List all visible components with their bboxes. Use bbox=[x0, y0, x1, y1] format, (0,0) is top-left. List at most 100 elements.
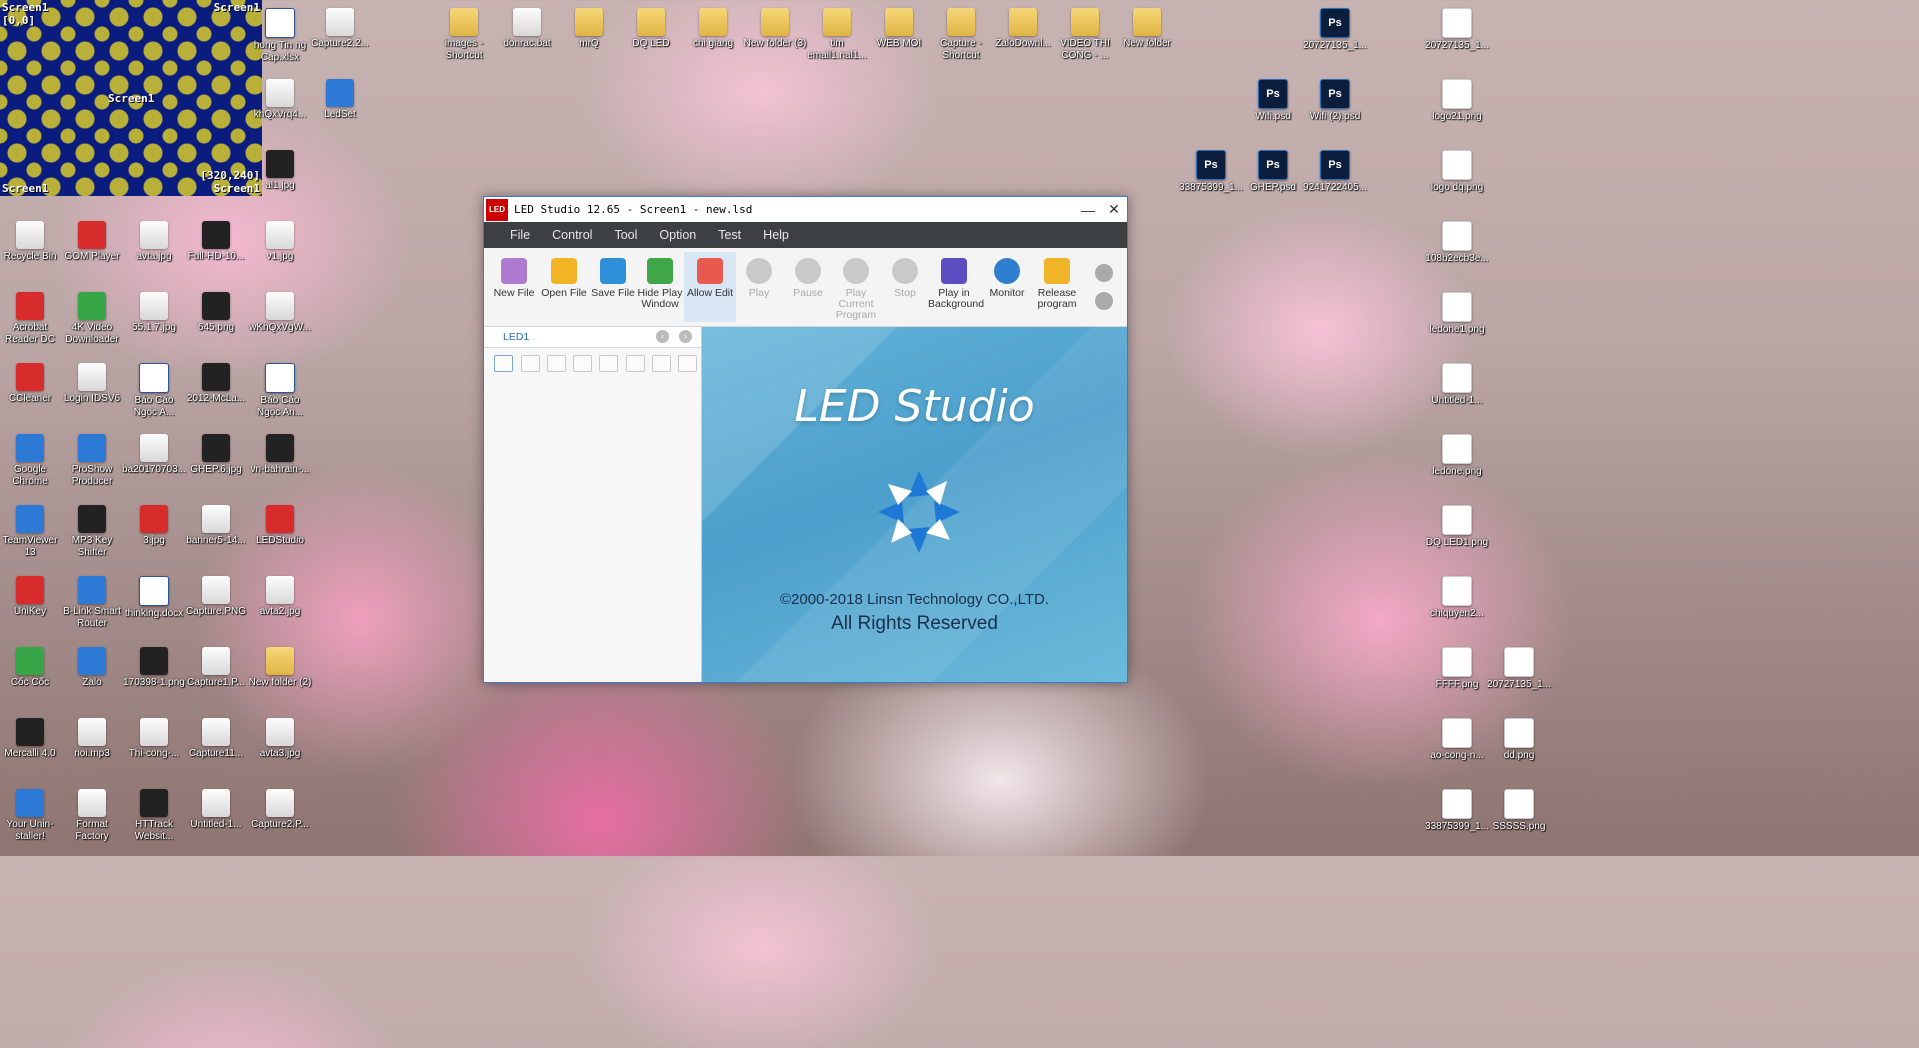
desktop-icon[interactable]: avta3.jpg bbox=[248, 718, 312, 760]
desktop-icon[interactable]: LEDStudio bbox=[248, 505, 312, 547]
close-button[interactable]: ✕ bbox=[1101, 197, 1127, 222]
desktop-icon[interactable]: 55.1.7.jpg bbox=[122, 292, 186, 334]
desktop-icon[interactable]: Format Factory bbox=[60, 789, 124, 843]
desktop-icon[interactable]: Capture2.2... bbox=[308, 8, 372, 50]
desktop-icon[interactable]: New folder (2) bbox=[248, 647, 312, 689]
desktop-icon[interactable]: Recycle Bin bbox=[0, 221, 62, 263]
play-current-program-button[interactable]: Play Current Program bbox=[830, 252, 882, 322]
desktop-icon[interactable]: logo21.png bbox=[1425, 79, 1489, 123]
desktop-icon[interactable]: Cốc Cốc bbox=[0, 647, 62, 689]
desktop-icon[interactable]: GOM Player bbox=[60, 221, 124, 263]
menu-option[interactable]: Option bbox=[659, 228, 718, 242]
desktop-icon[interactable]: ba20170703... bbox=[122, 434, 186, 476]
desktop-icon[interactable]: Capture - Shortcut bbox=[929, 8, 993, 62]
desktop-icon[interactable]: wKhQxVgW... bbox=[248, 292, 312, 334]
desktop-icon[interactable]: 20727135_1... bbox=[1425, 8, 1489, 52]
desktop-icon[interactable]: Whong Tin ng Cap.xlsx bbox=[248, 8, 312, 64]
desktop-icon[interactable]: VIDEO THI CONG - ... bbox=[1053, 8, 1117, 62]
desktop-icon[interactable]: Capture2.P... bbox=[248, 789, 312, 831]
minimize-button[interactable]: — bbox=[1075, 197, 1101, 222]
desktop-icon[interactable]: Thi-cong-... bbox=[122, 718, 186, 760]
chevron-right-icon[interactable]: › bbox=[679, 330, 692, 343]
copy-icon[interactable] bbox=[547, 355, 566, 372]
desktop-icon[interactable]: tim email1.nal1... bbox=[805, 8, 869, 62]
add-program-icon[interactable] bbox=[494, 355, 513, 372]
desktop-icon[interactable]: Mercalli 4.0 bbox=[0, 718, 62, 760]
desktop-icon[interactable]: donrac.bat bbox=[495, 8, 559, 50]
move-down-icon[interactable] bbox=[626, 355, 645, 372]
desktop-icon[interactable]: images - Shortcut bbox=[432, 8, 496, 62]
release-program-button[interactable]: Release program bbox=[1031, 252, 1083, 322]
menu-test[interactable]: Test bbox=[718, 228, 763, 242]
hide-play-window-button[interactable]: Hide Play Window bbox=[634, 252, 686, 322]
desktop-icon[interactable]: ledone1.png bbox=[1425, 292, 1489, 336]
desktop-icon[interactable]: 4K Video Downloader bbox=[60, 292, 124, 346]
desktop-icon[interactable]: Wthinking.docx bbox=[122, 576, 186, 620]
desktop-icon[interactable]: Capture.PNG bbox=[184, 576, 248, 618]
desktop-icon[interactable]: FFFF.png bbox=[1425, 647, 1489, 691]
desktop-icon[interactable]: Zalo bbox=[60, 647, 124, 689]
desktop-icon[interactable]: noi.mp3 bbox=[60, 718, 124, 760]
desktop-icon[interactable]: New folder (3) bbox=[743, 8, 807, 50]
desktop-icon[interactable]: Untitled-1... bbox=[184, 789, 248, 831]
desktop-icon[interactable]: vn-bahrain-... bbox=[248, 434, 312, 476]
desktop-icon[interactable]: DQ LED1.png bbox=[1425, 505, 1489, 549]
save-file-button[interactable]: Save File bbox=[587, 252, 639, 322]
desktop-icon[interactable]: B-Link Smart Router bbox=[60, 576, 124, 630]
desktop-icon[interactable]: Acrobat Reader DC bbox=[0, 292, 62, 346]
desktop-icon[interactable]: ProShow Producer bbox=[60, 434, 124, 488]
desktop-icon[interactable]: chi giang bbox=[681, 8, 745, 50]
desktop-icon[interactable]: v1.jpg bbox=[248, 221, 312, 263]
open-file-button[interactable]: Open File bbox=[538, 252, 590, 322]
menu-help[interactable]: Help bbox=[763, 228, 811, 242]
desktop-icon[interactable]: W Báo Cáo Ngọc An... bbox=[248, 363, 312, 419]
desktop-icon[interactable]: ZaloDownl... bbox=[991, 8, 1055, 50]
title-bar[interactable]: LED LED Studio 12.65 - Screen1 - new.lsd… bbox=[484, 197, 1127, 222]
desktop-icon[interactable]: CCleaner bbox=[0, 363, 62, 405]
paste-icon[interactable] bbox=[573, 355, 592, 372]
menu-tool[interactable]: Tool bbox=[614, 228, 659, 242]
pause-button[interactable]: Pause bbox=[782, 252, 834, 322]
desktop-icon[interactable]: 108b2ecb3e... bbox=[1425, 221, 1489, 265]
desktop-icon[interactable]: Capture11... bbox=[184, 718, 248, 760]
desktop-icon[interactable]: Full-HD-10... bbox=[184, 221, 248, 263]
desktop-icon[interactable]: 33875399_1... bbox=[1425, 789, 1489, 833]
desktop-icon[interactable]: Your Unin-staller! bbox=[0, 789, 62, 843]
play-button[interactable]: Play bbox=[733, 252, 785, 322]
desktop-icon[interactable]: Capture1.P... bbox=[184, 647, 248, 689]
desktop-icon[interactable]: Ps 9241722405... bbox=[1303, 150, 1367, 194]
screen-preview[interactable]: Screen1 [0,0] Screen1 Screen1 Screen1 [3… bbox=[0, 0, 262, 196]
user-icon[interactable] bbox=[1095, 264, 1113, 282]
desktop-icon[interactable]: ao-cong-n... bbox=[1425, 718, 1489, 762]
desktop-icon[interactable]: LedSet bbox=[308, 79, 372, 121]
chevron-left-icon[interactable]: ‹ bbox=[656, 330, 669, 343]
desktop-icon[interactable]: Ps 20727135_1... bbox=[1303, 8, 1367, 52]
play-in-background-button[interactable]: Play in Background bbox=[928, 252, 984, 322]
desktop-icon[interactable]: TeamViewer 13 bbox=[0, 505, 62, 559]
desktop-icon[interactable]: mrQ bbox=[557, 8, 621, 50]
desktop-icon[interactable]: WEB MOI bbox=[867, 8, 931, 50]
close-item-icon[interactable] bbox=[652, 355, 671, 372]
desktop-icon[interactable]: HTTrack Websit... bbox=[122, 789, 186, 843]
settings-icon[interactable] bbox=[1095, 292, 1113, 310]
desktop-icon[interactable]: GHEP.6.jpg bbox=[184, 434, 248, 476]
desktop-icon[interactable]: UniKey bbox=[0, 576, 62, 618]
add-area-icon[interactable] bbox=[521, 355, 540, 372]
desktop-icon[interactable]: 645.png bbox=[184, 292, 248, 334]
desktop-icon[interactable]: 170398-1.png bbox=[122, 647, 186, 689]
desktop-icon[interactable]: logo dq.png bbox=[1425, 150, 1489, 194]
desktop-icon[interactable]: Untitled-1... bbox=[1425, 363, 1489, 407]
desktop-icon[interactable]: chiquyen2... bbox=[1425, 576, 1489, 620]
new-file-button[interactable]: New File bbox=[488, 252, 540, 322]
allow-edit-button[interactable]: Allow Edit bbox=[684, 252, 736, 322]
desktop-icon[interactable]: Ps Wifi (2).psd bbox=[1303, 79, 1367, 123]
desktop-icon[interactable]: banner5-14... bbox=[184, 505, 248, 547]
desktop-icon[interactable]: khQxVrq4... bbox=[248, 79, 312, 121]
desktop-icon[interactable]: Ps GHEP.psd bbox=[1241, 150, 1305, 194]
desktop-icon[interactable]: Google Chrome bbox=[0, 434, 62, 488]
desktop-icon[interactable]: Ps 33875399_1... bbox=[1179, 150, 1243, 194]
desktop-icon[interactable]: MP3 Key Shifter bbox=[60, 505, 124, 559]
move-up-icon[interactable] bbox=[599, 355, 618, 372]
desktop-icon[interactable]: SSSSS.png bbox=[1487, 789, 1551, 833]
desktop-icon[interactable]: avta.jpg bbox=[122, 221, 186, 263]
